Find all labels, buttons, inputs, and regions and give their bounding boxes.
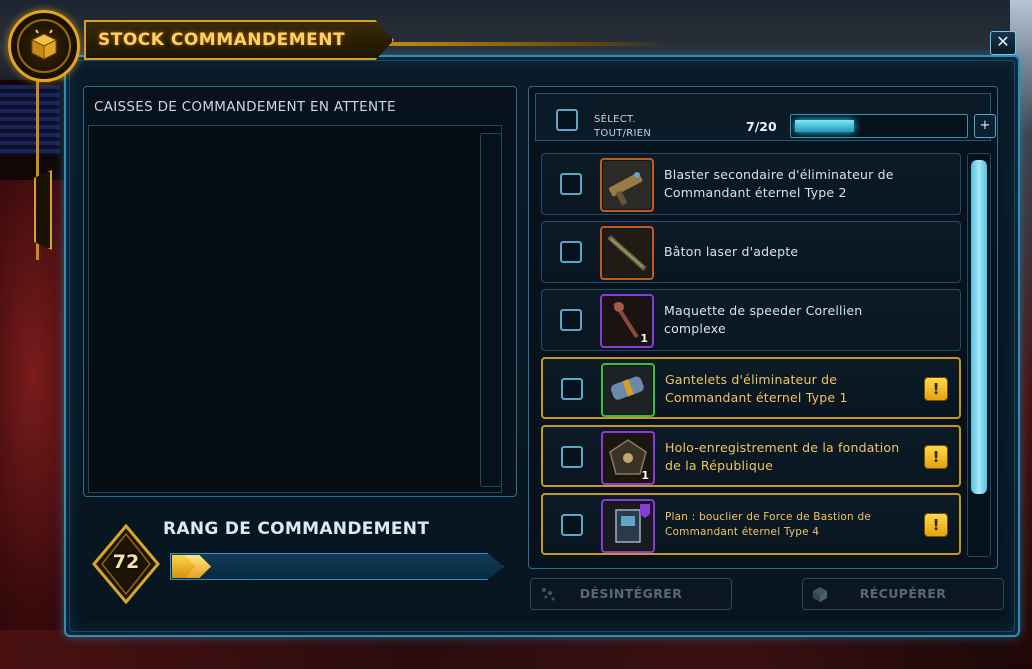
command-rank-level: 72 xyxy=(112,551,140,573)
crate-icon xyxy=(30,29,58,60)
title-decor-line xyxy=(370,42,670,46)
list-item[interactable]: Bâton laser d'adepte xyxy=(541,221,961,283)
item-quantity: 1 xyxy=(641,469,649,482)
item-name: Holo-enregistrement de la fondation de l… xyxy=(665,440,900,473)
item-checkbox[interactable] xyxy=(561,446,583,468)
inventory-header: SÉLECT. TOUT/RIEN 7/20 + xyxy=(535,93,996,141)
warning-icon[interactable]: ! xyxy=(924,377,948,401)
disintegrate-icon xyxy=(542,588,555,601)
gauntlet-icon xyxy=(601,363,655,417)
inventory-scrollbar[interactable] xyxy=(967,153,991,557)
item-name: Maquette de speeder Corellien complexe xyxy=(664,303,863,336)
list-item[interactable]: Plan : bouclier de Force de Bastion de C… xyxy=(541,493,961,555)
window-title: STOCK COMMANDEMENT xyxy=(98,30,346,50)
warning-icon[interactable]: ! xyxy=(924,445,948,469)
item-checkbox[interactable] xyxy=(561,514,583,536)
select-all-checkbox[interactable] xyxy=(556,109,578,131)
command-rank-progress-bar xyxy=(170,553,504,580)
command-rank-badge: 72 xyxy=(92,523,160,605)
pending-crates-scrollbar[interactable] xyxy=(480,133,502,487)
holocron-icon: 1 xyxy=(601,431,655,485)
warning-icon[interactable]: ! xyxy=(924,513,948,537)
window-frame-tab xyxy=(34,170,52,250)
item-checkbox[interactable] xyxy=(560,241,582,263)
disintegrate-button[interactable]: DÉSINTÉGRER xyxy=(530,578,732,610)
inventory-capacity-fill xyxy=(795,120,854,132)
expand-inventory-button[interactable]: + xyxy=(974,114,996,138)
close-button[interactable]: ✕ xyxy=(990,31,1016,55)
blaster-icon xyxy=(600,158,654,212)
pending-crates-title: CAISSES DE COMMANDEMENT EN ATTENTE xyxy=(94,99,396,115)
list-item[interactable]: Blaster secondaire d'éliminateur de Comm… xyxy=(541,153,961,215)
staff-icon xyxy=(600,226,654,280)
command-rank-title: RANG DE COMMANDEMENT xyxy=(163,519,430,539)
retrieve-button[interactable]: RÉCUPÉRER xyxy=(802,578,1004,610)
inventory-panel: SÉLECT. TOUT/RIEN 7/20 + Blaster seconda… xyxy=(528,86,998,569)
select-all-label: SÉLECT. TOUT/RIEN xyxy=(594,114,652,139)
inventory-list: Blaster secondaire d'éliminateur de Comm… xyxy=(541,153,961,557)
item-name: Blaster secondaire d'éliminateur de Comm… xyxy=(664,167,894,200)
inventory-count: 7/20 xyxy=(746,119,777,134)
inventory-capacity-bar xyxy=(790,114,968,138)
speeder-model-icon: 1 xyxy=(600,294,654,348)
plus-icon: + xyxy=(979,118,991,133)
list-item[interactable]: Gantelets d'éliminateur de Commandant ét… xyxy=(541,357,961,419)
item-name: Gantelets d'éliminateur de Commandant ét… xyxy=(665,372,848,405)
schematic-icon xyxy=(601,499,655,553)
pending-crates-list[interactable] xyxy=(88,125,502,493)
item-checkbox[interactable] xyxy=(560,173,582,195)
list-item[interactable]: 1 Holo-enregistrement de la fondation de… xyxy=(541,425,961,487)
item-quantity: 1 xyxy=(640,332,648,345)
item-checkbox[interactable] xyxy=(560,309,582,331)
command-crate-emblem-icon xyxy=(8,10,80,82)
item-name: Plan : bouclier de Force de Bastion de C… xyxy=(665,511,871,538)
list-item[interactable]: 1 Maquette de speeder Corellien complexe xyxy=(541,289,961,351)
background-screens xyxy=(0,85,60,155)
item-name: Bâton laser d'adepte xyxy=(664,244,799,259)
item-checkbox[interactable] xyxy=(561,378,583,400)
pending-crates-panel: CAISSES DE COMMANDEMENT EN ATTENTE xyxy=(83,86,517,497)
inventory-scrollbar-thumb[interactable] xyxy=(971,160,987,494)
retrieve-crate-icon xyxy=(813,587,827,602)
